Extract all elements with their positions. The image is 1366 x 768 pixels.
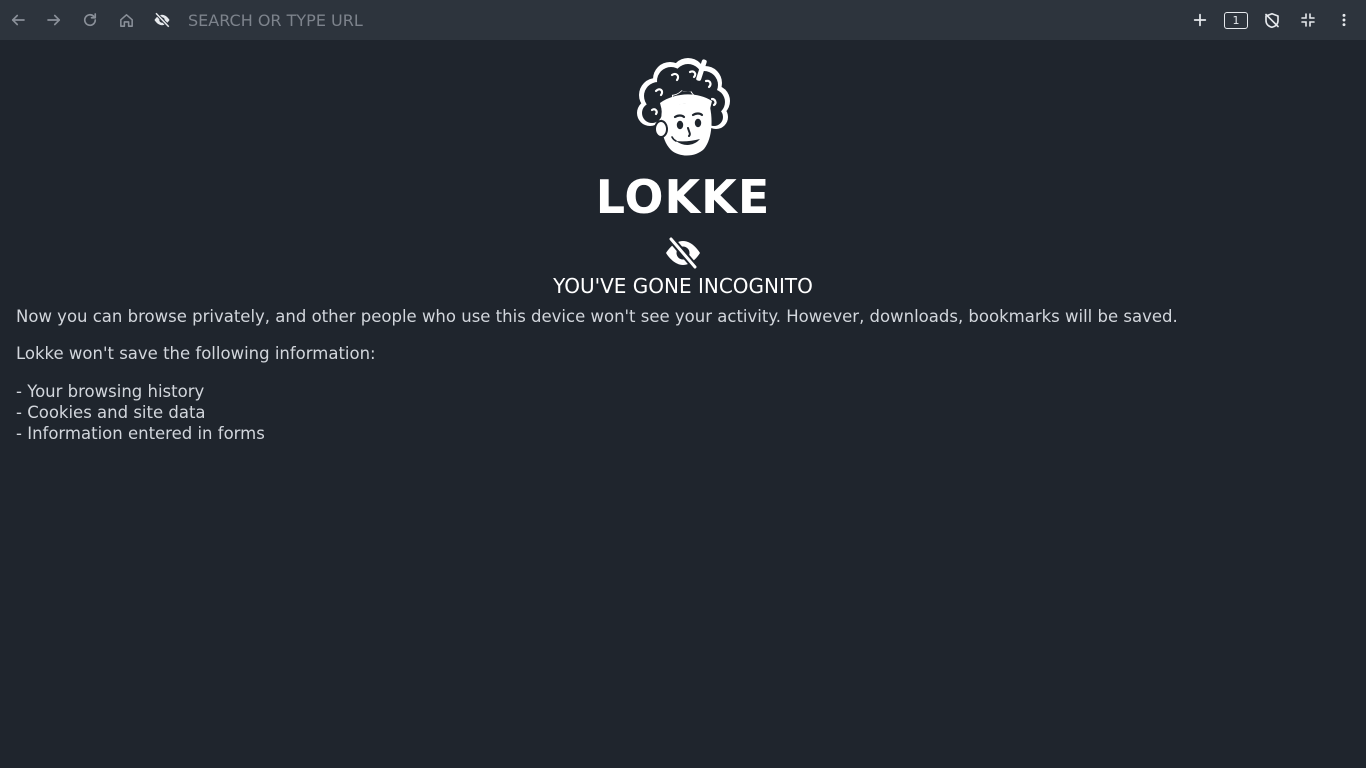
- collapse-icon: [1301, 13, 1315, 27]
- browser-toolbar: 1: [0, 0, 1366, 40]
- arrow-right-icon: [47, 14, 61, 26]
- incognito-eye-off-icon: [666, 236, 700, 270]
- lokke-mascot-logo: [637, 58, 730, 156]
- shield-off-icon: [1265, 12, 1279, 28]
- incognito-page: LOKKE YOU'VE GONE INCOGNITO Now you can …: [0, 40, 1366, 768]
- tab-count: 1: [1232, 13, 1240, 27]
- not-saved-list: - Your browsing history - Cookies and si…: [16, 381, 265, 444]
- forward-button[interactable]: [36, 0, 72, 40]
- brand-name: LOKKE: [595, 170, 771, 224]
- more-vertical-icon: [1342, 13, 1346, 27]
- new-tab-button[interactable]: [1182, 0, 1218, 40]
- reload-button[interactable]: [72, 0, 108, 40]
- incognito-eye-off-icon: [154, 12, 170, 28]
- incognito-indicator[interactable]: [144, 0, 180, 40]
- collapse-button[interactable]: [1290, 0, 1326, 40]
- tabs-button[interactable]: 1: [1218, 0, 1254, 40]
- intro-text: Now you can browse privately, and other …: [16, 307, 1178, 326]
- home-button[interactable]: [108, 0, 144, 40]
- page-title: YOU'VE GONE INCOGNITO: [553, 274, 813, 298]
- url-input[interactable]: [180, 0, 1182, 40]
- shield-button[interactable]: [1254, 0, 1290, 40]
- back-button[interactable]: [0, 0, 36, 40]
- menu-button[interactable]: [1326, 0, 1362, 40]
- home-icon: [119, 13, 133, 27]
- list-item: - Information entered in forms: [16, 424, 265, 443]
- arrow-left-icon: [11, 14, 25, 26]
- list-item: - Cookies and site data: [16, 403, 206, 422]
- tab-count-icon: 1: [1224, 11, 1248, 29]
- list-item: - Your browsing history: [16, 382, 205, 401]
- reload-icon: [83, 13, 97, 27]
- not-saved-title: Lokke won't save the following informati…: [16, 344, 376, 363]
- plus-icon: [1193, 13, 1207, 27]
